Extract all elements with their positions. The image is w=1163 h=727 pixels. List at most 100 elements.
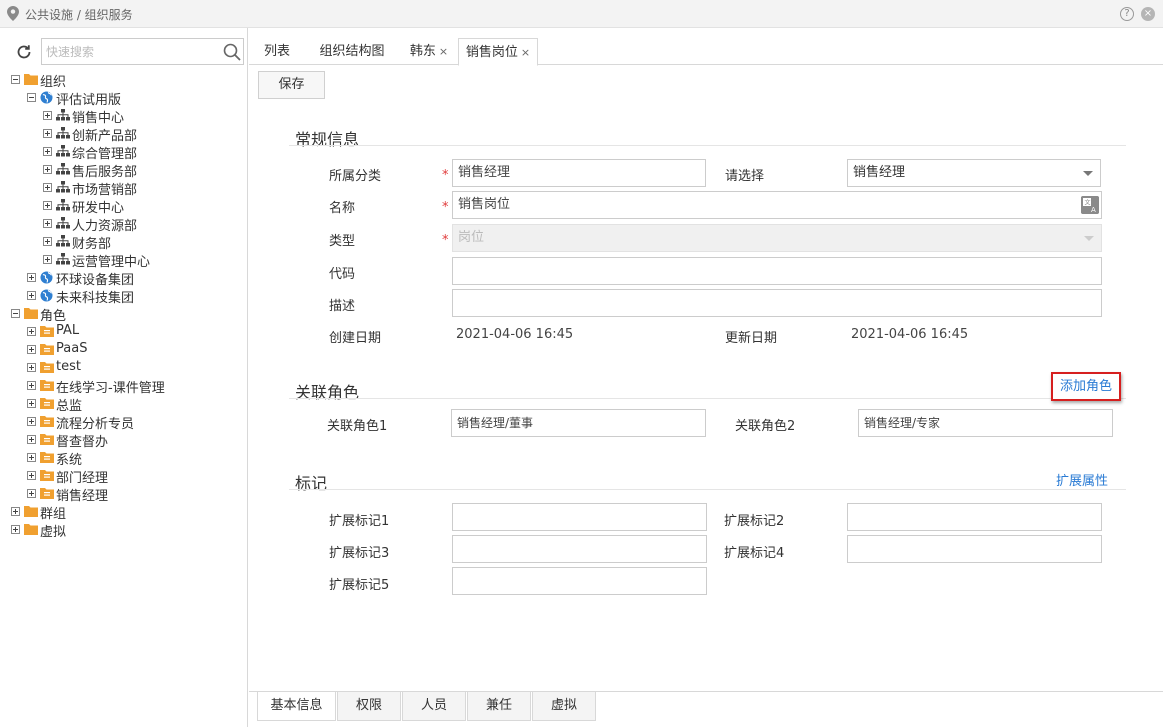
tab-close-icon[interactable]: × (521, 46, 530, 59)
ext-mark-2-field[interactable] (847, 503, 1102, 531)
ext-mark-5-label: 扩展标记5 (329, 578, 390, 593)
tree-item[interactable]: PaaS (0, 340, 247, 358)
expand-icon[interactable] (43, 129, 52, 138)
expand-icon[interactable] (27, 417, 36, 426)
tree-item[interactable]: 系统 (0, 448, 247, 468)
app-window: 公共设施 / 组织服务 ? × 组织评估试用版销售中心创新产品部综合管理部售后服… (0, 0, 1163, 727)
expand-icon[interactable] (43, 219, 52, 228)
tree-item[interactable]: 财务部 (0, 232, 247, 252)
expand-icon[interactable] (43, 165, 52, 174)
tree-item[interactable]: 销售中心 (0, 106, 247, 126)
expand-icon[interactable] (27, 273, 36, 282)
tree-item[interactable]: 评估试用版 (0, 88, 247, 108)
tree-item[interactable]: 研发中心 (0, 196, 247, 216)
tree-item[interactable]: 综合管理部 (0, 142, 247, 162)
ext-mark-5-field[interactable] (452, 567, 707, 595)
category-field[interactable]: 销售经理 (452, 159, 706, 187)
section-divider (289, 145, 1126, 146)
tab-list[interactable]: 列表 (249, 38, 305, 65)
ext-mark-3-field[interactable] (452, 535, 707, 563)
chevron-down-icon (1084, 236, 1094, 241)
role-folder-icon (40, 469, 54, 481)
ext-mark-1-field[interactable] (452, 503, 707, 531)
tab-permissions[interactable]: 权限 (337, 692, 401, 721)
expand-icon[interactable] (43, 147, 52, 156)
role-folder-icon (40, 325, 54, 337)
expand-icon[interactable] (27, 489, 36, 498)
expand-icon[interactable] (27, 291, 36, 300)
tree-item[interactable]: 运营管理中心 (0, 250, 247, 270)
related-role-1-field[interactable]: 销售经理/董事 (451, 409, 706, 437)
collapse-icon[interactable] (11, 75, 20, 84)
tab-close-icon[interactable]: × (439, 45, 448, 58)
role-folder-icon (40, 415, 54, 427)
tab-basic-info[interactable]: 基本信息 (257, 692, 336, 721)
expand-icon[interactable] (27, 327, 36, 336)
folder-icon (24, 505, 38, 517)
tab-handong[interactable]: 韩东 × (401, 38, 457, 65)
name-label: 名称 (329, 201, 356, 216)
extended-attributes-link[interactable]: 扩展属性 (1056, 470, 1108, 489)
section-divider (289, 398, 1126, 399)
code-field[interactable] (452, 257, 1102, 285)
tree-item[interactable]: 在线学习-课件管理 (0, 376, 247, 396)
tab-personnel[interactable]: 人员 (402, 692, 466, 721)
tree-item[interactable]: PAL (0, 322, 247, 340)
required-mark: * (442, 200, 449, 215)
search-icon[interactable] (223, 43, 241, 61)
expand-icon[interactable] (43, 111, 52, 120)
save-button[interactable]: 保存 (258, 71, 325, 99)
related-role-2-field[interactable]: 销售经理/专家 (858, 409, 1113, 437)
tree-item-label: test (56, 359, 81, 374)
tab-concurrent[interactable]: 兼任 (467, 692, 531, 721)
created-date-label: 创建日期 (329, 331, 382, 346)
category-select[interactable]: 销售经理 (847, 159, 1101, 187)
tree-item[interactable]: 未来科技集团 (0, 286, 247, 306)
tab-bar: 列表 组织结构图 韩东 × 销售岗位 × (249, 38, 1163, 66)
description-field[interactable] (452, 289, 1102, 317)
expand-icon[interactable] (11, 507, 20, 516)
collapse-icon[interactable] (11, 309, 20, 318)
tree-item[interactable]: test (0, 358, 247, 376)
search-input[interactable] (42, 39, 220, 64)
refresh-icon[interactable] (16, 44, 32, 60)
tree-item[interactable]: 流程分析专员 (0, 412, 247, 432)
tab-org-chart[interactable]: 组织结构图 (307, 38, 397, 65)
expand-icon[interactable] (27, 345, 36, 354)
tree-item[interactable]: 人力资源部 (0, 214, 247, 234)
tab-virtual[interactable]: 虚拟 (532, 692, 596, 721)
name-field[interactable]: 销售岗位 文 A (452, 191, 1102, 219)
tree-item[interactable]: 虚拟 (0, 520, 247, 540)
help-icon[interactable]: ? (1120, 7, 1134, 21)
tree-item[interactable]: 部门经理 (0, 466, 247, 486)
tree-item[interactable]: 督查督办 (0, 430, 247, 450)
tree-item[interactable]: 销售经理 (0, 484, 247, 504)
expand-icon[interactable] (27, 381, 36, 390)
collapse-icon[interactable] (27, 93, 36, 102)
tree-item[interactable]: 总监 (0, 394, 247, 414)
expand-icon[interactable] (43, 183, 52, 192)
tree-item[interactable]: 售后服务部 (0, 160, 247, 180)
expand-icon[interactable] (27, 453, 36, 462)
tree-item[interactable]: 环球设备集团 (0, 268, 247, 288)
expand-icon[interactable] (27, 399, 36, 408)
tree-item[interactable]: 组织 (0, 70, 247, 90)
tree-item[interactable]: 创新产品部 (0, 124, 247, 144)
tree-item[interactable]: 角色 (0, 304, 247, 324)
expand-icon[interactable] (27, 435, 36, 444)
sidebar: 组织评估试用版销售中心创新产品部综合管理部售后服务部市场营销部研发中心人力资源部… (0, 28, 248, 727)
tree-item[interactable]: 市场营销部 (0, 178, 247, 198)
expand-icon[interactable] (43, 237, 52, 246)
expand-icon[interactable] (27, 471, 36, 480)
tab-sales-post[interactable]: 销售岗位 × (458, 38, 538, 66)
expand-icon[interactable] (43, 255, 52, 264)
translate-icon[interactable]: 文 A (1081, 196, 1099, 214)
add-role-button[interactable]: 添加角色 (1051, 372, 1121, 401)
expand-icon[interactable] (11, 525, 20, 534)
close-icon[interactable]: × (1141, 7, 1155, 21)
breadcrumb: 公共设施 / 组织服务 (25, 8, 133, 22)
tree-item[interactable]: 群组 (0, 502, 247, 522)
expand-icon[interactable] (27, 363, 36, 372)
expand-icon[interactable] (43, 201, 52, 210)
ext-mark-4-field[interactable] (847, 535, 1102, 563)
